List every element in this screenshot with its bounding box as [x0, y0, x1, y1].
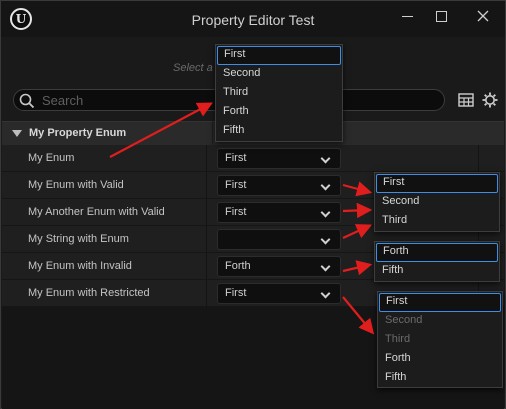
chevron-down-icon [320, 207, 331, 218]
minimize-button[interactable] [393, 5, 421, 27]
search-input[interactable]: Search [42, 93, 83, 108]
close-icon [477, 10, 489, 22]
search-icon [19, 93, 35, 109]
dropdown-option[interactable]: Fifth [379, 369, 501, 388]
chevron-down-icon [320, 288, 331, 299]
minimize-icon [401, 15, 413, 17]
chevron-down-icon [320, 261, 331, 272]
combo-value: First [225, 152, 247, 164]
dropdown-option[interactable]: First [379, 293, 501, 312]
dropdown-option[interactable]: Third [376, 212, 498, 231]
close-button[interactable] [469, 5, 497, 27]
property-label: My String with Enum [28, 233, 129, 245]
gear-icon[interactable] [481, 91, 499, 109]
column-divider[interactable] [206, 226, 207, 253]
enum-combo-box[interactable]: First [217, 283, 341, 304]
category-label: My Property Enum [29, 127, 127, 139]
column-divider[interactable] [206, 199, 207, 226]
enum-combo-box[interactable] [217, 229, 341, 250]
dropdown-option[interactable]: First [217, 46, 341, 65]
dropdown-option[interactable]: Second [376, 193, 498, 212]
dropdown-option[interactable]: First [376, 174, 498, 193]
enum-combo-box[interactable]: First [217, 148, 341, 169]
column-divider[interactable] [206, 280, 207, 307]
combo-value: First [225, 287, 247, 299]
dropdown-option-disabled: Second [385, 314, 423, 326]
row-divider [478, 145, 479, 172]
chevron-down-icon [320, 234, 331, 245]
column-divider[interactable] [206, 253, 207, 280]
combo-value: Forth [225, 260, 251, 272]
title-bar: U Property Editor Test [1, 1, 505, 37]
dropdown-option[interactable]: Forth [217, 103, 341, 122]
maximize-icon [435, 10, 447, 22]
property-label: My Enum with Restricted [28, 287, 150, 299]
dropdown-option-disabled: Third [385, 333, 411, 345]
property-label: My Enum with Invalid [28, 260, 132, 272]
property-label: My Enum [28, 152, 75, 164]
dropdown-option[interactable]: Forth [379, 350, 501, 369]
property-label: My Enum with Valid [28, 179, 124, 191]
dropdown-option[interactable]: Third [217, 84, 341, 103]
selection-hint: Select a [173, 62, 213, 74]
combo-value: First [225, 179, 247, 191]
combo-value: First [225, 206, 247, 218]
maximize-button[interactable] [427, 5, 455, 27]
collapse-triangle-icon[interactable] [12, 130, 22, 137]
column-divider[interactable] [212, 122, 213, 146]
dropdown-option[interactable]: Second [217, 65, 341, 84]
dropdown-my-enum: First Second Third Forth Fifth [215, 44, 343, 142]
dropdown-enum-with-valid: First Second Third [374, 172, 500, 232]
enum-combo-box[interactable]: First [217, 202, 341, 223]
dropdown-enum-with-restricted: First Second Third Forth Fifth [377, 291, 503, 388]
dropdown-option[interactable]: Fifth [376, 262, 498, 281]
column-divider[interactable] [206, 172, 207, 199]
enum-combo-box[interactable]: Forth [217, 256, 341, 277]
chevron-down-icon [320, 153, 331, 164]
property-label: My Another Enum with Valid [28, 206, 165, 218]
property-row-my-enum: My Enum First [2, 145, 504, 172]
dropdown-option[interactable]: Forth [376, 243, 498, 262]
chevron-down-icon [320, 180, 331, 191]
dropdown-option[interactable]: Fifth [217, 122, 341, 141]
dropdown-enum-with-invalid: Forth Fifth [374, 241, 500, 282]
table-view-icon[interactable] [457, 91, 475, 109]
column-divider[interactable] [206, 145, 207, 172]
enum-combo-box[interactable]: First [217, 175, 341, 196]
